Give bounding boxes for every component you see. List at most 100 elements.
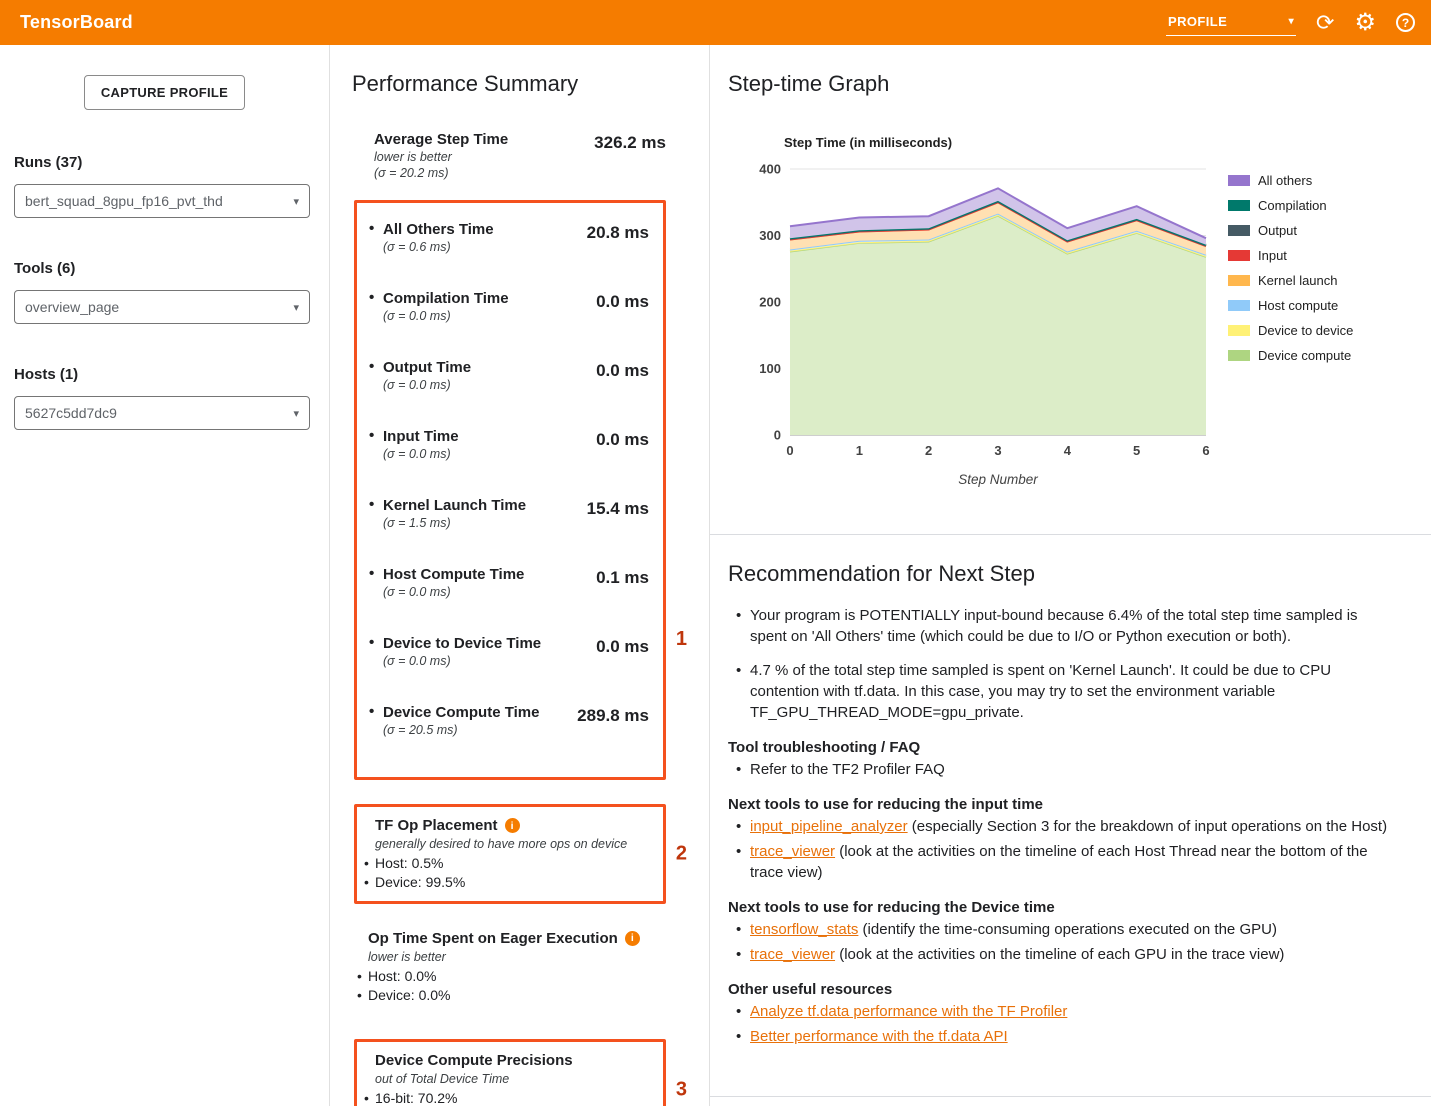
runs-label: Runs (37)	[14, 154, 315, 171]
reco-heading-next-tools-to-use-for-reducing-the-device-time: Next tools to use for reducing the Devic…	[728, 899, 1401, 916]
legend-swatch	[1228, 225, 1250, 236]
info-icon[interactable]: i	[625, 931, 640, 946]
list-item: Host: 0.5%	[361, 854, 651, 873]
metric-label: Device to Device Time	[369, 635, 541, 652]
eager-execution-section: Op Time Spent on Eager Execution i lower…	[354, 930, 709, 1006]
hosts-label: Hosts (1)	[14, 366, 315, 383]
metric-label: Input Time	[369, 428, 459, 445]
metric-label: Output Time	[369, 359, 471, 376]
svg-text:200: 200	[759, 295, 781, 310]
link-tensorflow-stats[interactable]: tensorflow_stats	[750, 921, 858, 938]
annotation-box-3: Device Compute Precisions out of Total D…	[354, 1039, 666, 1106]
chevron-down-icon: ▾	[293, 407, 299, 420]
recommendation-subsections: Tool troubleshooting / FAQRefer to the T…	[728, 739, 1401, 1047]
reco-bullet: Analyze tf.data performance with the TF …	[728, 1001, 1396, 1022]
capture-profile-button[interactable]: CAPTURE PROFILE	[84, 75, 245, 110]
svg-text:2: 2	[925, 443, 932, 458]
legend-label: Device to device	[1258, 323, 1353, 338]
metric-label: All Others Time	[369, 221, 494, 238]
link-better-performance-with-the-tf-data-api[interactable]: Better performance with the tf.data API	[750, 1028, 1008, 1045]
metric-sigma: (σ = 0.0 ms)	[369, 585, 524, 599]
svg-text:Step Number: Step Number	[958, 472, 1038, 487]
runs-select[interactable]: bert_squad_8gpu_fp16_pvt_thd ▾	[14, 184, 310, 218]
tf-op-placement-note: generally desired to have more ops on de…	[375, 837, 651, 851]
chevron-down-icon: ▾	[293, 301, 299, 314]
legend-item-all-others: All others	[1228, 173, 1353, 188]
svg-text:400: 400	[759, 162, 781, 177]
info-icon[interactable]: i	[505, 818, 520, 833]
svg-text:Step Time (in milliseconds): Step Time (in milliseconds)	[784, 135, 952, 150]
tf-op-placement-list: Host: 0.5%Device: 99.5%	[361, 854, 651, 893]
metric-row-compilation-time: Compilation Time(σ = 0.0 ms)0.0 ms	[369, 290, 649, 323]
tf-op-placement-label: TF Op Placement i	[375, 817, 651, 834]
link-trace-viewer[interactable]: trace_viewer	[750, 946, 835, 963]
metric-value: 0.0 ms	[596, 292, 649, 312]
chart-legend: All othersCompilationOutputInputKernel l…	[1228, 173, 1353, 493]
hosts-select-value: 5627c5dd7dc9	[25, 405, 117, 421]
reco-bullet: tensorflow_stats (identify the time-cons…	[728, 919, 1396, 940]
settings-gear-icon[interactable]: ⚙	[1354, 11, 1376, 35]
tools-select[interactable]: overview_page ▾	[14, 290, 310, 324]
dashboard-selector[interactable]: PROFILE ▾	[1166, 9, 1296, 36]
reco-bullet: trace_viewer (look at the activities on …	[728, 841, 1396, 883]
metric-sigma: (σ = 0.0 ms)	[369, 309, 509, 323]
tools-select-value: overview_page	[25, 299, 119, 315]
link-input-pipeline-analyzer[interactable]: input_pipeline_analyzer	[750, 818, 908, 835]
annotation-number-3: 3	[676, 1079, 687, 1102]
chevron-down-icon: ▾	[1289, 16, 1294, 27]
metric-sigma: (σ = 0.6 ms)	[369, 240, 494, 254]
link-analyze-tf-data-performance-with-the-tf-profiler[interactable]: Analyze tf.data performance with the TF …	[750, 1003, 1067, 1020]
topbar-controls: PROFILE ▾ ⟳ ⚙ ?	[1166, 9, 1415, 36]
reco-bullet: Better performance with the tf.data API	[728, 1026, 1396, 1047]
svg-text:6: 6	[1202, 443, 1209, 458]
svg-text:300: 300	[759, 228, 781, 243]
metric-sigma: (σ = 0.0 ms)	[369, 654, 541, 668]
annotation-box-2: TF Op Placement i generally desired to h…	[354, 804, 666, 904]
sidebar: CAPTURE PROFILE Runs (37) bert_squad_8gp…	[0, 45, 330, 1106]
hosts-select[interactable]: 5627c5dd7dc9 ▾	[14, 396, 310, 430]
metric-row-host-compute-time: Host Compute Time(σ = 0.0 ms)0.1 ms	[369, 566, 649, 599]
metric-value: 0.0 ms	[596, 361, 649, 381]
legend-item-device-compute: Device compute	[1228, 348, 1353, 363]
list-item: Device: 0.0%	[354, 986, 709, 1005]
svg-text:0: 0	[786, 443, 793, 458]
reco-list: Analyze tf.data performance with the TF …	[728, 1001, 1401, 1047]
legend-item-output: Output	[1228, 223, 1353, 238]
recommendation-intro-list: Your program is POTENTIALLY input-bound …	[728, 605, 1401, 723]
metric-value: 0.0 ms	[596, 430, 649, 450]
list-item: 16-bit: 70.2%	[361, 1089, 651, 1106]
device-precisions-label: Device Compute Precisions	[375, 1052, 651, 1069]
svg-text:5: 5	[1133, 443, 1140, 458]
reload-icon[interactable]: ⟳	[1316, 12, 1334, 34]
metric-row-kernel-launch-time: Kernel Launch Time(σ = 1.5 ms)15.4 ms	[369, 497, 649, 530]
runs-field: Runs (37) bert_squad_8gpu_fp16_pvt_thd ▾	[14, 154, 315, 218]
metric-row-device-to-device-time: Device to Device Time(σ = 0.0 ms)0.0 ms	[369, 635, 649, 668]
annotation-box-1: All Others Time(σ = 0.6 ms)20.8 msCompil…	[354, 200, 666, 780]
metric-sigma: (σ = 1.5 ms)	[369, 516, 526, 530]
metric-sigma: (σ = 0.0 ms)	[369, 378, 471, 392]
help-icon[interactable]: ?	[1396, 13, 1415, 32]
tools-field: Tools (6) overview_page ▾	[14, 260, 315, 324]
legend-swatch	[1228, 325, 1250, 336]
legend-label: Output	[1258, 223, 1297, 238]
runs-select-value: bert_squad_8gpu_fp16_pvt_thd	[25, 193, 223, 209]
legend-item-compilation: Compilation	[1228, 198, 1353, 213]
legend-swatch	[1228, 175, 1250, 186]
link-trace-viewer[interactable]: trace_viewer	[750, 843, 835, 860]
legend-label: All others	[1258, 173, 1312, 188]
legend-swatch	[1228, 350, 1250, 361]
performance-summary-panel: Performance Summary Average Step Time lo…	[330, 45, 710, 1106]
metric-label: Host Compute Time	[369, 566, 524, 583]
reco-list: tensorflow_stats (identify the time-cons…	[728, 919, 1401, 965]
dashboard-selector-value: PROFILE	[1168, 14, 1227, 29]
hosts-field: Hosts (1) 5627c5dd7dc9 ▾	[14, 366, 315, 430]
legend-swatch	[1228, 300, 1250, 311]
eager-execution-list: Host: 0.0%Device: 0.0%	[354, 967, 709, 1006]
annotation-number-2: 2	[676, 842, 687, 865]
legend-label: Host compute	[1258, 298, 1338, 313]
performance-summary-title: Performance Summary	[352, 71, 709, 97]
legend-label: Device compute	[1258, 348, 1351, 363]
legend-item-host-compute: Host compute	[1228, 298, 1353, 313]
list-item: Device: 99.5%	[361, 873, 651, 892]
svg-text:1: 1	[856, 443, 863, 458]
